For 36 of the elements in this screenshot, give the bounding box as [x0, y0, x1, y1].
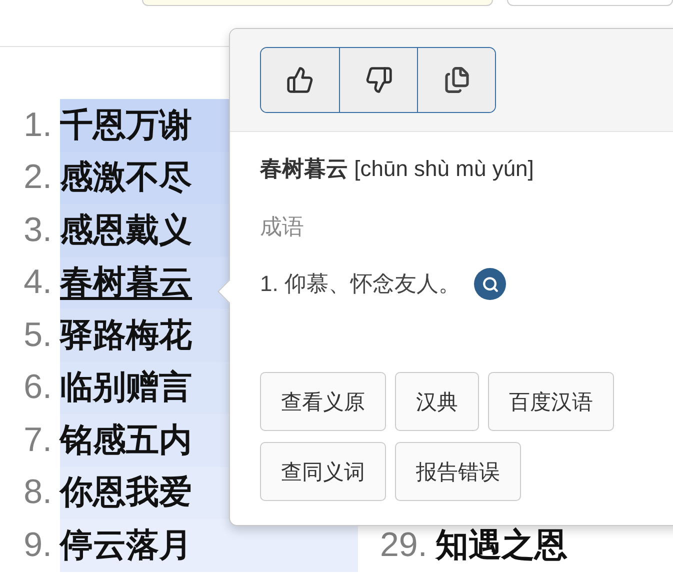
- idiom-word[interactable]: 春树暮云: [60, 260, 192, 306]
- thumbs-up-button[interactable]: [261, 48, 339, 112]
- item-number: 4.: [22, 263, 53, 302]
- idiom-word: 铭感五内: [60, 420, 192, 460]
- thumbs-down-button[interactable]: [339, 48, 417, 112]
- idiom-word: 临别赠言: [60, 367, 192, 408]
- idiom-word: 你恩我爱: [60, 472, 192, 512]
- thumbs-up-icon: [286, 66, 314, 94]
- entry-title: 春树暮云 [chūn shù mù yún]: [260, 155, 535, 183]
- lookup-button[interactable]: 汉典: [395, 372, 479, 431]
- search-icon: [482, 276, 499, 292]
- search-button[interactable]: [474, 268, 506, 300]
- lookup-button[interactable]: 查同义词: [260, 442, 386, 501]
- item-number: 29.: [380, 526, 428, 565]
- item-number: 8.: [22, 473, 53, 512]
- lookup-button[interactable]: 查看义原: [260, 372, 386, 431]
- item-number: 9.: [22, 526, 53, 565]
- item-number: 5.: [22, 316, 53, 355]
- copy-button[interactable]: [417, 48, 495, 112]
- category-label: 成语: [260, 213, 305, 241]
- idiom-word: 驿路梅花: [60, 314, 192, 355]
- idiom-word: 停云落月: [60, 524, 192, 565]
- item-number: 3.: [22, 210, 53, 250]
- idiom-word: 千恩万谢: [60, 104, 192, 145]
- item-number: 1.: [22, 106, 53, 145]
- idiom-word: 感激不尽: [60, 157, 192, 198]
- copy-icon: [442, 66, 470, 94]
- thumbs-down-icon: [364, 66, 392, 94]
- item-number: 7.: [22, 420, 53, 460]
- idiom-word: 感恩戴义: [60, 210, 192, 250]
- item-number: 2.: [22, 158, 53, 198]
- item-number: 6.: [22, 368, 53, 408]
- idiom-word: 知遇之恩: [435, 524, 568, 565]
- lookup-button[interactable]: 报告错误: [395, 442, 521, 501]
- definition-text: 1. 仰慕、怀念友人。: [260, 270, 460, 298]
- lookup-button[interactable]: 百度汉语: [488, 372, 614, 431]
